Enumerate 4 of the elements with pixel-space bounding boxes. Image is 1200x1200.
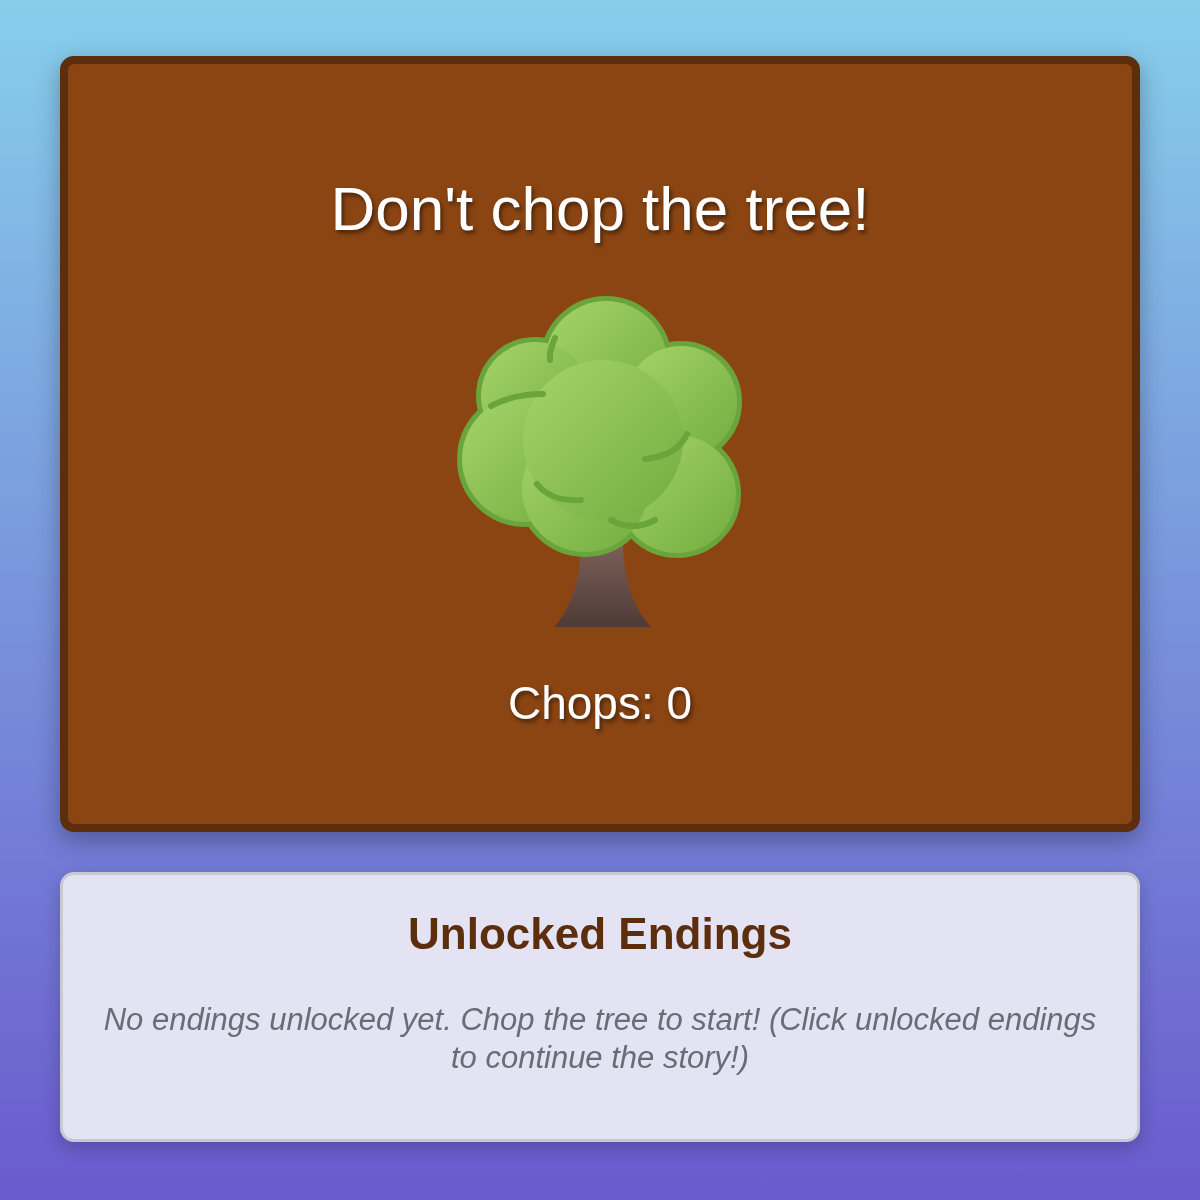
endings-title: Unlocked Endings [408,908,792,960]
chop-counter: Chops: 0 [507,676,693,731]
game-title: Don't chop the tree! [330,173,870,245]
endings-empty-message: No endings unlocked yet. Chop the tree to start! (Click unlocked endings to continue the story!) [102,1001,1098,1077]
